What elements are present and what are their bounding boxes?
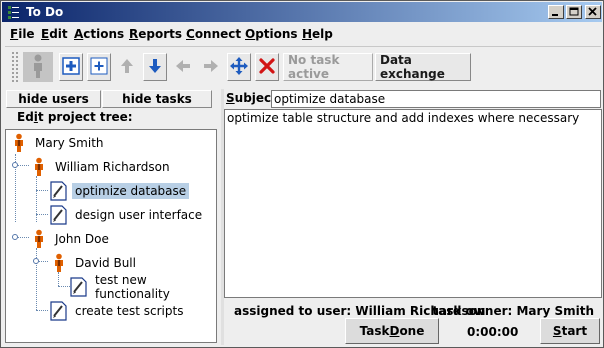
add-task-button[interactable] <box>87 53 111 81</box>
move-down-icon <box>147 57 163 78</box>
tree-connector <box>36 214 48 215</box>
maximize-button[interactable] <box>566 5 582 19</box>
add-user-icon <box>62 56 80 78</box>
data-exchange-button[interactable]: Data exchange <box>375 53 471 81</box>
menu-edit[interactable]: Edit <box>41 27 68 41</box>
subject-input[interactable] <box>271 90 601 108</box>
menu-bar: File Edit Actions Reports Connect Option… <box>2 23 602 45</box>
menu-file[interactable]: File <box>10 27 35 41</box>
tree-node-user[interactable]: William Richardson <box>30 156 173 178</box>
menu-options[interactable]: Options <box>245 27 298 41</box>
move-button[interactable] <box>227 53 251 81</box>
app-icon <box>6 5 20 19</box>
task-icon <box>50 300 68 322</box>
user-icon <box>30 156 48 178</box>
user-icon <box>30 228 48 250</box>
menu-reports[interactable]: Reports <box>129 27 182 41</box>
move-left-icon <box>174 58 192 77</box>
person-icon <box>28 53 48 82</box>
close-button[interactable] <box>585 5 601 19</box>
expand-handle[interactable] <box>12 162 18 168</box>
move-icon <box>229 56 249 79</box>
toolbar-grip[interactable] <box>11 51 19 83</box>
menu-connect[interactable]: Connect <box>186 27 241 41</box>
task-icon <box>70 276 88 298</box>
tree-node-user[interactable]: John Doe <box>30 228 112 250</box>
move-right-icon <box>202 58 220 77</box>
add-task-icon <box>90 57 108 78</box>
move-up-icon <box>119 57 135 78</box>
no-task-active-button[interactable]: No task active <box>283 53 373 81</box>
menu-actions[interactable]: Actions <box>74 27 124 41</box>
tree-node-user[interactable]: David Bull <box>50 252 139 274</box>
right-panel: Subject: optimize table structure and ad… <box>224 89 602 345</box>
tree-node-task[interactable]: create test scripts <box>50 300 186 322</box>
tree-connector <box>36 190 48 191</box>
description-textarea[interactable]: optimize table structure and add indexes… <box>224 109 602 298</box>
title-bar[interactable]: To Do <box>2 2 602 22</box>
tree-connector <box>36 310 48 311</box>
hide-users-button[interactable]: hide users <box>6 90 101 108</box>
person-button[interactable] <box>23 52 53 82</box>
delete-button[interactable] <box>255 53 279 81</box>
hide-tasks-button[interactable]: hide tasks <box>102 90 212 108</box>
project-tree-label: Edit project tree: <box>17 110 133 124</box>
tree-connector <box>58 286 70 287</box>
left-panel: hide users hide tasks Edit project tree: <box>5 89 221 345</box>
menu-help[interactable]: Help <box>302 27 333 41</box>
add-user-button[interactable] <box>59 53 83 81</box>
delete-icon <box>258 57 276 78</box>
tree-node-user[interactable]: Mary Smith <box>10 132 107 154</box>
tree-connector <box>36 176 37 222</box>
minimize-button[interactable] <box>548 5 564 19</box>
start-button[interactable]: Start <box>540 318 600 344</box>
user-icon <box>10 132 28 154</box>
move-up-button[interactable] <box>115 53 139 81</box>
project-tree[interactable]: Mary Smith William Richardson optimize d… <box>5 129 217 343</box>
task-icon <box>50 204 68 226</box>
expand-handle[interactable] <box>33 258 39 264</box>
expand-handle[interactable] <box>12 234 18 240</box>
app-window: To Do File Edit Actions Reports Connect … <box>0 0 604 348</box>
task-icon <box>50 180 68 202</box>
task-owner-label: task owner: Mary Smith <box>432 304 594 318</box>
timer-display: 0:00:00 <box>467 325 519 339</box>
tree-node-task[interactable]: optimize database <box>50 180 190 202</box>
move-down-button[interactable] <box>143 53 167 81</box>
tree-node-task[interactable]: design user interface <box>50 204 205 226</box>
move-right-button[interactable] <box>199 53 223 81</box>
task-done-button[interactable]: Task Done <box>345 318 439 344</box>
tree-connector <box>58 272 59 286</box>
toolbar: No task active Data exchange <box>5 46 601 86</box>
move-left-button[interactable] <box>171 53 195 81</box>
user-icon <box>50 252 68 274</box>
window-title: To Do <box>26 5 64 19</box>
description-text: optimize table structure and add indexes… <box>227 111 580 125</box>
tree-node-task[interactable]: test new functionality <box>70 273 216 301</box>
